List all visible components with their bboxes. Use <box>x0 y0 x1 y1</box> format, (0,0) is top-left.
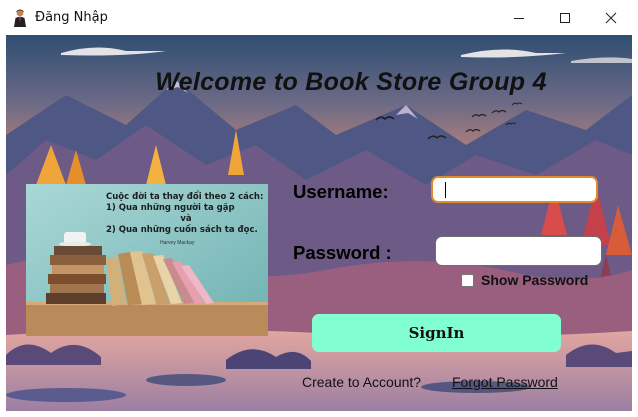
close-button[interactable] <box>588 0 634 35</box>
title-bar[interactable]: Đăng Nhập <box>0 0 638 35</box>
quote-line: 1) Qua những người ta gặp <box>106 203 235 213</box>
app-person-icon <box>14 9 26 27</box>
quote-line: Cuộc đời ta thay đổi theo 2 cách: <box>106 192 264 202</box>
maximize-icon <box>560 12 570 23</box>
username-input[interactable] <box>431 176 598 203</box>
welcome-heading: Welcome to Book Store Group 4 <box>155 68 547 96</box>
window-title: Đăng Nhập <box>35 10 108 25</box>
show-password-label[interactable]: Show Password <box>481 272 588 288</box>
books-quote-image: Cuộc đời ta thay đổi theo 2 cách: 1) Qua… <box>26 184 268 336</box>
login-panel: Welcome to Book Store Group 4 Cuộc đời t… <box>6 35 632 411</box>
forgot-password-link[interactable]: Forgot Password <box>452 374 558 390</box>
quote-author: Harvey Mackay <box>160 240 195 246</box>
show-password-toggle[interactable]: Show Password <box>461 272 588 288</box>
minimize-icon <box>514 17 524 19</box>
password-label: Password : <box>293 242 392 263</box>
quote-line: 2) Qua những cuốn sách ta đọc. <box>106 225 258 235</box>
signin-button[interactable]: SignIn <box>312 314 561 352</box>
book-quote: Cuộc đời ta thay đổi theo 2 cách: 1) Qua… <box>106 192 266 236</box>
maximize-button[interactable] <box>542 0 588 35</box>
create-account-link[interactable]: Create to Account? <box>302 374 421 390</box>
quote-line: và <box>180 214 192 224</box>
text-caret <box>445 182 446 198</box>
username-label: Username: <box>293 181 389 202</box>
login-window: Đăng Nhập Welcome to Book Store Group 4 … <box>0 0 638 417</box>
password-input[interactable] <box>435 236 602 266</box>
show-password-checkbox[interactable] <box>461 273 474 287</box>
minimize-button[interactable] <box>496 0 542 35</box>
close-icon <box>605 12 617 23</box>
